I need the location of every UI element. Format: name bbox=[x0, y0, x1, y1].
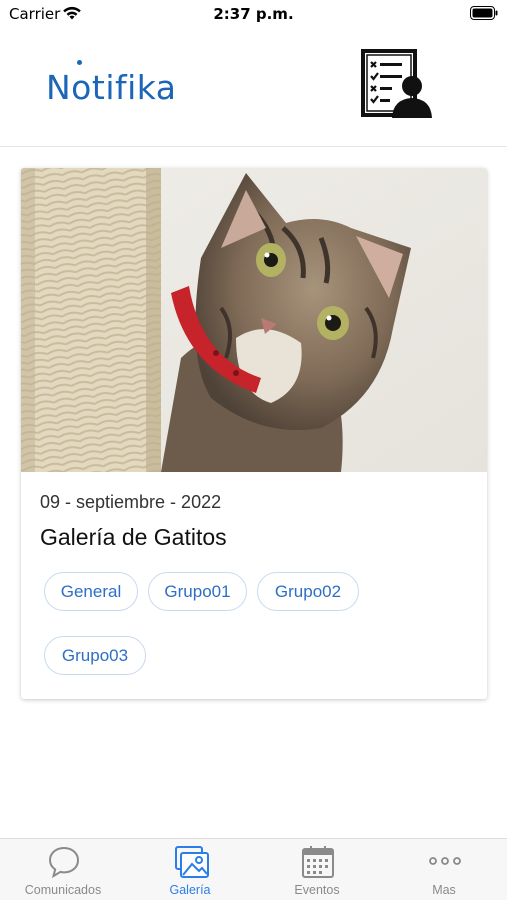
clock: 2:37 p.m. bbox=[213, 5, 294, 23]
battery-icon bbox=[470, 6, 498, 20]
tab-mas[interactable]: Mas bbox=[381, 839, 507, 900]
app-logo: Notifika bbox=[46, 58, 176, 110]
tab-eventos[interactable]: Eventos bbox=[254, 839, 380, 900]
app-header: Notifika bbox=[0, 28, 507, 147]
tab-label: Comunicados bbox=[24, 883, 102, 897]
calendar-icon bbox=[302, 846, 334, 878]
logo-dot bbox=[77, 60, 82, 65]
logo-text: Notifika bbox=[46, 68, 177, 107]
status-bar: Carrier 2:37 p.m. bbox=[0, 0, 507, 28]
gallery-title: Galería de Gatitos bbox=[40, 524, 227, 550]
tab-galeria[interactable]: Galería bbox=[127, 839, 253, 900]
more-dots-icon bbox=[429, 857, 461, 865]
tab-label: Mas bbox=[432, 883, 456, 897]
group-chip-general[interactable]: General bbox=[44, 572, 138, 611]
group-chip-grupo03[interactable]: Grupo03 bbox=[44, 636, 146, 675]
group-chip-grupo02[interactable]: Grupo02 bbox=[257, 572, 359, 611]
tab-bar: Comunicados Galería Eventos Mas bbox=[0, 838, 507, 900]
chat-bubble-icon bbox=[48, 846, 80, 879]
group-chip-grupo01[interactable]: Grupo01 bbox=[148, 572, 247, 611]
tab-comunicados[interactable]: Comunicados bbox=[0, 839, 126, 900]
gallery-card[interactable]: 09 - septiembre - 2022 Galería de Gatito… bbox=[21, 168, 487, 699]
tab-label: Eventos bbox=[294, 883, 340, 897]
checklist-user-icon[interactable] bbox=[360, 48, 434, 120]
tab-label: Galería bbox=[169, 883, 211, 897]
gallery-date: 09 - septiembre - 2022 bbox=[40, 492, 222, 512]
kitten-photo[interactable] bbox=[21, 168, 487, 472]
gallery-icon bbox=[175, 846, 209, 878]
